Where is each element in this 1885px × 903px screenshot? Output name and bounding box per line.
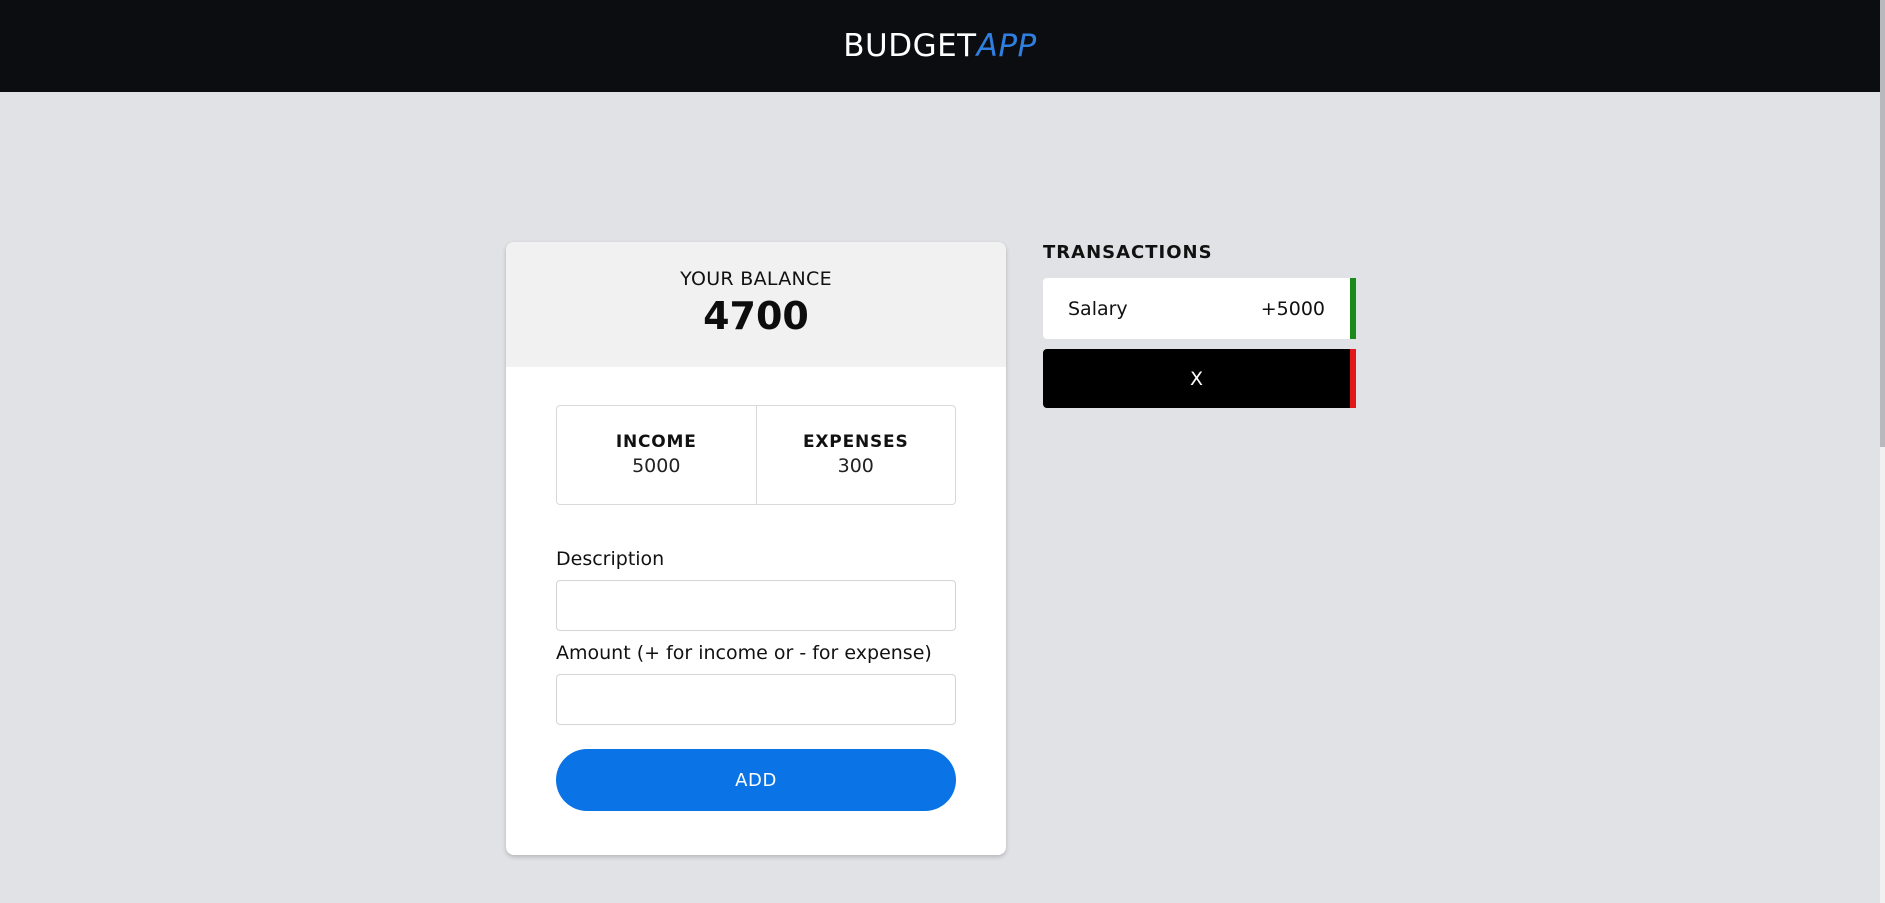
brand-accent: APP	[976, 28, 1037, 64]
income-value: 5000	[632, 455, 681, 477]
transaction-description: Salary	[1068, 297, 1128, 320]
description-label: Description	[556, 548, 665, 570]
balance-panel: YOUR BALANCE 4700	[506, 242, 1006, 367]
transaction-amount: +5000	[1260, 297, 1325, 320]
page-scrollbar[interactable]	[1880, 0, 1885, 903]
brand-main: BUDGET	[843, 28, 977, 64]
expenses-label: EXPENSES	[802, 432, 909, 452]
app-header: BUDGETAPP	[0, 0, 1880, 92]
amount-label: Amount (+ for income or - for expense)	[556, 642, 932, 664]
income-label: INCOME	[615, 432, 697, 452]
budget-card: YOUR BALANCE 4700 INCOME 5000 EXPENSES 3…	[506, 242, 1006, 855]
description-input[interactable]	[556, 580, 956, 631]
expenses-summary: EXPENSES 300	[755, 406, 956, 504]
delete-transaction-button[interactable]: X	[1043, 349, 1356, 408]
app-logo: BUDGETAPP	[843, 28, 1036, 64]
income-expense-summary: INCOME 5000 EXPENSES 300	[556, 405, 956, 505]
transaction-item-salary: Salary +5000	[1043, 278, 1356, 339]
add-button[interactable]: ADD	[556, 749, 956, 811]
balance-label: YOUR BALANCE	[680, 268, 832, 290]
amount-input[interactable]	[556, 674, 956, 725]
balance-value: 4700	[703, 294, 809, 338]
scrollbar-thumb[interactable]	[1880, 0, 1885, 447]
transactions-heading: TRANSACTIONS	[1043, 242, 1213, 263]
income-summary: INCOME 5000	[557, 406, 756, 504]
x-icon[interactable]: X	[1190, 368, 1203, 390]
expenses-value: 300	[837, 455, 874, 477]
